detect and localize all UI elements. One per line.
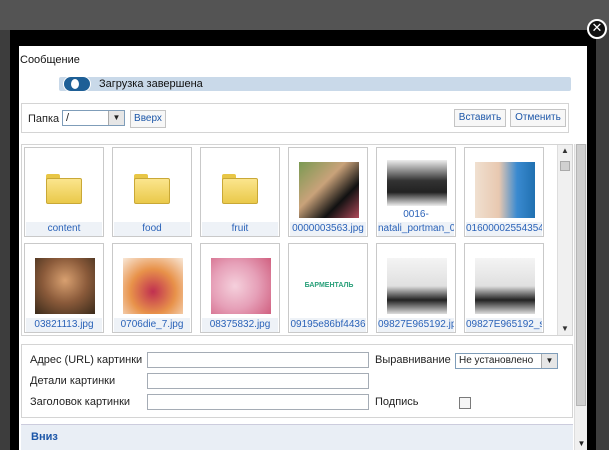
image-tile[interactable]: 09827E965192.jpg [376,243,456,333]
details-input[interactable] [147,373,369,389]
image-thumbnail [299,162,359,218]
folder-icon [134,174,170,204]
url-input[interactable] [147,352,369,368]
bottom-bar: Вниз [21,424,573,450]
image-tile[interactable]: 09827E965192_s [464,243,544,333]
folder-tile[interactable]: fruit [200,147,280,237]
image-thumbnail [387,258,447,314]
image-tile[interactable]: 01600002554354 [464,147,544,237]
file-name: 09195e86bf4436 [290,318,366,332]
title-label: Заголовок картинки [30,396,131,408]
file-name: 09827E965192_s [466,318,542,332]
image-tile[interactable]: БАРМЕНТАЛЬ 09195e86bf4436 [288,243,368,333]
image-tile[interactable]: 0706die_7.jpg [112,243,192,333]
chevron-down-icon: ▼ [108,111,124,125]
image-thumbnail [387,160,447,206]
image-tile[interactable]: 03821113.jpg [24,243,104,333]
file-name-line1: 0016- [403,209,429,220]
down-link[interactable]: Вниз [31,431,58,443]
file-name: food [114,222,190,236]
scroll-up-icon[interactable]: ▲ [558,145,572,157]
folder-tile[interactable]: food [112,147,192,237]
file-grid: content food fruit 0000003563.jpg 0016- … [21,144,573,336]
folder-select-value: / [66,112,70,124]
image-thumbnail: БАРМЕНТАЛЬ [299,258,359,314]
chevron-down-icon: ▼ [541,354,557,368]
align-select[interactable]: Не установлено ▼ [455,353,558,369]
file-name: 03821113.jpg [26,318,102,332]
insert-button[interactable]: Вставить [454,109,506,127]
image-tile[interactable]: 08375832.jpg [200,243,280,333]
grid-scrollbar[interactable]: ▲ ▼ [557,145,572,335]
panel-scrollbar[interactable]: ▼ [574,144,587,450]
image-properties: Адрес (URL) картинки Выравнивание Не уст… [21,344,573,418]
up-button[interactable]: Вверх [130,110,166,128]
logo-text: БАРМЕНТАЛЬ [304,282,354,289]
status-text: Загрузка завершена [99,78,203,90]
file-name: 0000003563.jpg [290,222,366,236]
file-name: fruit [202,222,278,236]
align-select-value: Не установлено [459,355,534,366]
scrollbar-thumb[interactable] [560,161,570,171]
folder-icon [46,174,82,204]
folder-select[interactable]: / ▼ [62,110,125,126]
image-thumbnail [35,258,95,314]
url-label: Адрес (URL) картинки [30,354,143,366]
close-icon: ✕ [591,21,603,36]
page-overlay [0,0,609,30]
file-toolbar: Папка / ▼ Вверх Вставить Отменить [21,103,569,133]
title-input[interactable] [147,394,369,410]
info-icon [63,76,91,92]
file-name: 08375832.jpg [202,318,278,332]
scroll-down-icon[interactable]: ▼ [575,439,587,448]
image-thumbnail [211,258,271,314]
image-tile[interactable]: 0016- natali_portman_0 [376,147,456,237]
image-thumbnail [123,258,183,314]
folder-label: Папка [28,113,60,125]
file-name: 01600002554354 [466,222,542,236]
image-thumbnail [475,258,535,314]
image-tile[interactable]: 0000003563.jpg [288,147,368,237]
caption-label: Подпись [375,396,419,408]
folder-tile[interactable]: content [24,147,104,237]
folder-icon [222,174,258,204]
close-button[interactable]: ✕ [587,19,607,39]
cancel-button[interactable]: Отменить [510,109,566,127]
scrollbar-thumb[interactable] [576,144,586,406]
details-label: Детали картинки [30,375,116,387]
scroll-down-icon[interactable]: ▼ [558,323,572,335]
file-name: 0706die_7.jpg [114,318,190,332]
file-name: 09827E965192.jpg [378,318,454,332]
image-manager-panel: Сообщение Загрузка завершена Папка / ▼ В… [19,46,587,450]
align-label: Выравнивание [375,354,451,366]
file-name: natali_portman_0 [378,222,454,236]
caption-checkbox[interactable] [459,397,471,409]
image-thumbnail [475,162,535,218]
file-name: content [26,222,102,236]
message-title: Сообщение [20,54,80,66]
